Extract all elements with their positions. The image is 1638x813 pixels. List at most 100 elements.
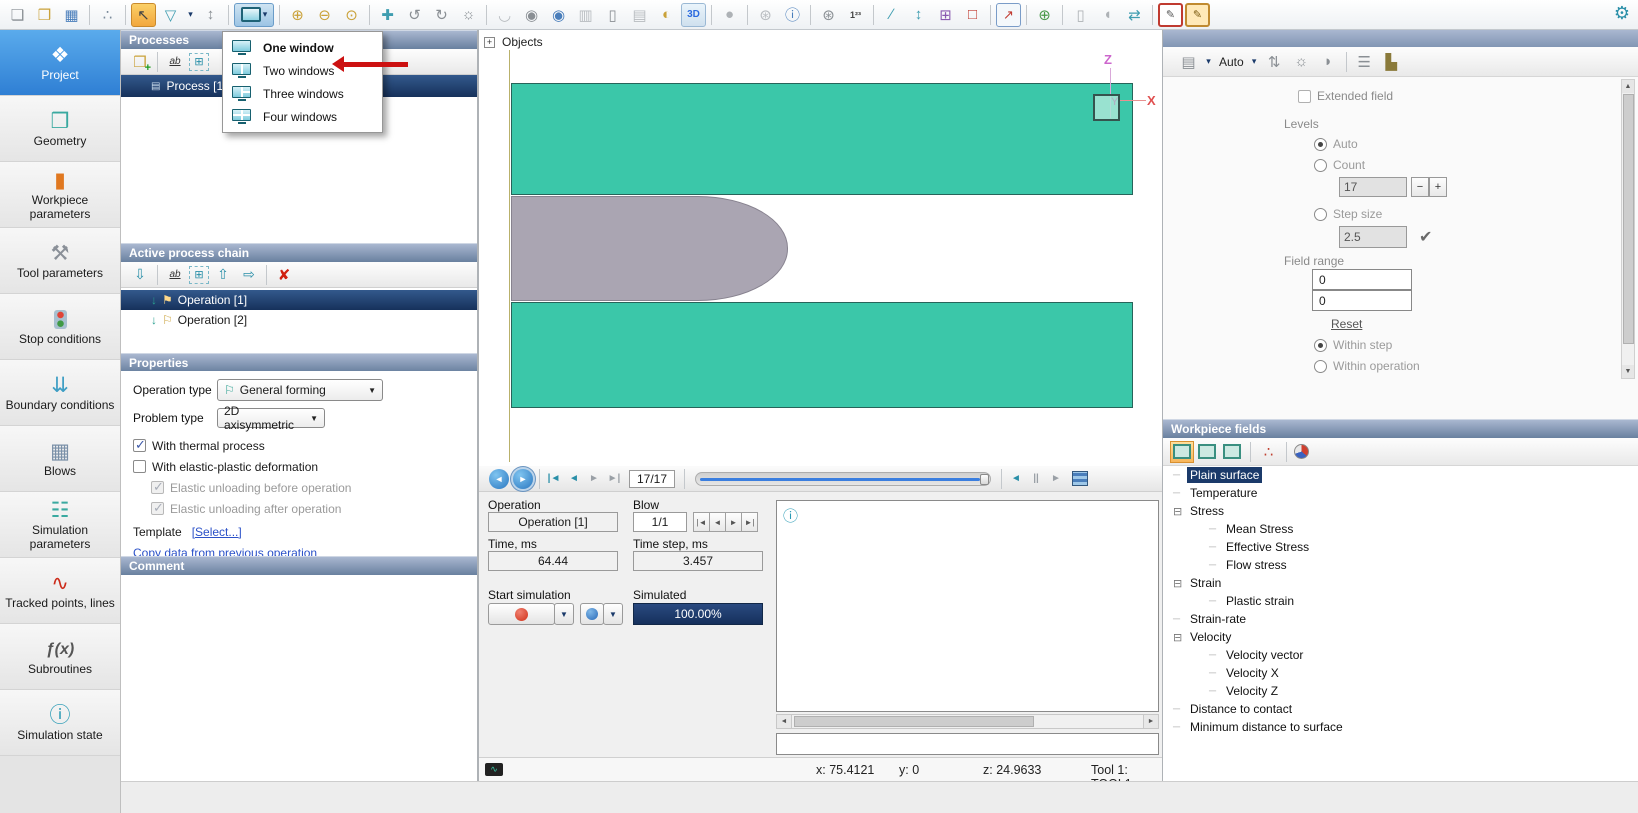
- copy-icon[interactable]: ⊞: [189, 53, 209, 71]
- blow-last-button[interactable]: ►|: [741, 512, 758, 532]
- show-eye-icon[interactable]: ◉: [519, 3, 544, 27]
- template-select-link[interactable]: [Select...]: [192, 525, 242, 539]
- scale-mode-dropdown[interactable]: Auto: [1216, 50, 1247, 74]
- tree-item-strain-rate[interactable]: Strain-rate: [1163, 610, 1638, 628]
- rotate-settings-icon[interactable]: ☼: [456, 3, 481, 27]
- pan-icon[interactable]: ✚: [375, 3, 400, 27]
- start-simulation-button[interactable]: [488, 603, 555, 625]
- sidebar-item-tracked-points-lines[interactable]: ∿ Tracked points, lines: [0, 558, 120, 624]
- solid-body-icon[interactable]: ▯: [600, 3, 625, 27]
- blow-value-box[interactable]: 1/1: [633, 512, 687, 532]
- tree-expander-icon[interactable]: ⊟: [1173, 631, 1187, 644]
- tree-item-stress[interactable]: ⊟ Stress: [1163, 502, 1638, 520]
- first-record-button[interactable]: |◄: [545, 470, 563, 488]
- tree-item-velocity-x[interactable]: Velocity X: [1163, 664, 1638, 682]
- last-record-button[interactable]: ►|: [605, 470, 623, 488]
- tree-expander-icon[interactable]: [1209, 649, 1223, 661]
- workpiece-shape[interactable]: [511, 196, 788, 301]
- delete-icon[interactable]: ✘: [272, 264, 296, 286]
- tree-item-minimum-distance-to-surface[interactable]: Minimum distance to surface: [1163, 718, 1638, 736]
- view-3d-icon[interactable]: 3D: [681, 3, 706, 27]
- scroll-left-icon[interactable]: ◄: [777, 715, 792, 728]
- sidebar-item-blows[interactable]: ▦ Blows: [0, 426, 120, 492]
- levels-list-icon[interactable]: ☰: [1352, 50, 1377, 74]
- levels-auto-radio[interactable]: [1314, 138, 1327, 151]
- zoom-extents-icon[interactable]: ⊙: [339, 3, 364, 27]
- prev-record-button[interactable]: ◄: [565, 470, 583, 488]
- lens-icon[interactable]: ◗: [1316, 50, 1341, 74]
- scroll-down-icon[interactable]: ▼: [1622, 365, 1634, 378]
- menu-item-four-windows[interactable]: Four windows: [223, 105, 382, 128]
- simulation-log-panel[interactable]: ⓘ: [776, 500, 1159, 712]
- field-in-section-icon[interactable]: [1196, 442, 1218, 462]
- sidebar-item-simulation-parameters[interactable]: ☷ Simulation parameters: [0, 492, 120, 558]
- log-input-box[interactable]: [776, 733, 1159, 755]
- tree-expander-icon[interactable]: [1209, 523, 1223, 535]
- move-next-icon[interactable]: ⇨: [237, 264, 261, 286]
- add-body-icon[interactable]: ⊕: [1032, 3, 1057, 27]
- zoom-in-icon[interactable]: ⊕: [285, 3, 310, 27]
- timeline-slider[interactable]: [695, 472, 991, 486]
- rotate-lock-icon[interactable]: ↻: [429, 3, 454, 27]
- field-mixed-icon[interactable]: [1221, 442, 1243, 462]
- within-step-radio[interactable]: [1314, 339, 1327, 352]
- field-chart-icon[interactable]: [1294, 444, 1309, 459]
- sidebar-item-project[interactable]: ❖ Project: [0, 30, 120, 96]
- blow-first-button[interactable]: |◄: [693, 512, 710, 532]
- add-process-icon[interactable]: ❒: [128, 51, 152, 73]
- section-box-icon[interactable]: □: [960, 3, 985, 27]
- levels-count-radio[interactable]: [1314, 159, 1327, 172]
- tree-item-plain-surface[interactable]: Plain surface: [1163, 466, 1638, 484]
- body-transform-icon[interactable]: ⇄: [1122, 3, 1147, 27]
- rename-icon[interactable]: ab: [163, 51, 187, 73]
- select-cursor-icon[interactable]: ↖: [131, 3, 156, 27]
- step-size-input[interactable]: 2.5: [1339, 226, 1407, 248]
- tree-expander-icon[interactable]: [1173, 469, 1187, 481]
- new-document-icon[interactable]: ❏: [5, 3, 30, 27]
- count-minus-button[interactable]: −: [1411, 177, 1429, 197]
- tracked-points-icon[interactable]: ∴: [1256, 440, 1281, 464]
- upper-tool-shape[interactable]: [511, 83, 1133, 195]
- grid-icon[interactable]: ⊞: [933, 3, 958, 27]
- rotate-view-icon[interactable]: ↺: [402, 3, 427, 27]
- move-up-icon[interactable]: ⇧: [211, 264, 235, 286]
- pause-button[interactable]: ||: [1027, 470, 1045, 488]
- lower-tool-shape[interactable]: [511, 302, 1133, 408]
- tree-expander-icon[interactable]: [1173, 703, 1187, 715]
- body-subtract-icon[interactable]: ◖: [1095, 3, 1120, 27]
- tree-expander-icon[interactable]: [1209, 685, 1223, 697]
- sidebar-item-simulation-state[interactable]: ⓘ Simulation state: [0, 690, 120, 756]
- tree-expander-icon[interactable]: [1209, 595, 1223, 607]
- tree-expander-icon[interactable]: ⊟: [1173, 505, 1187, 518]
- blow-next-button[interactable]: ►: [725, 512, 742, 532]
- tree-item-effective-stress[interactable]: Effective Stress: [1163, 538, 1638, 556]
- problem-type-dropdown[interactable]: 2D axisymmetric ▼: [217, 408, 325, 428]
- elastic-unloading-before-checkbox[interactable]: [151, 481, 164, 494]
- operation-row-2[interactable]: ↓ ⚐ Operation [2]: [121, 310, 477, 330]
- sidebar-item-stop-conditions[interactable]: Stop conditions: [0, 294, 120, 360]
- legend-dropdown-arrow[interactable]: ▾: [1203, 50, 1214, 74]
- reset-link[interactable]: Reset: [1331, 317, 1362, 331]
- tree-item-velocity[interactable]: ⊟ Velocity: [1163, 628, 1638, 646]
- tree-expander-icon[interactable]: ⊟: [1173, 577, 1187, 590]
- measure-height-icon[interactable]: ↕: [906, 3, 931, 27]
- menu-item-one-window[interactable]: One window: [223, 36, 382, 59]
- edit-sketch-icon[interactable]: ✎: [1158, 3, 1183, 27]
- window-layout-button[interactable]: [234, 3, 274, 27]
- sidebar-item-workpiece-parameters[interactable]: ▮ Workpiece parameters: [0, 162, 120, 228]
- blow-prev-button[interactable]: ◄: [709, 512, 726, 532]
- funnel-dropdown-arrow[interactable]: ▾: [185, 3, 196, 27]
- tree-expander-icon[interactable]: [1209, 541, 1223, 553]
- funnel-icon[interactable]: ▽: [158, 3, 183, 27]
- step-size-radio[interactable]: [1314, 208, 1327, 221]
- histogram-icon[interactable]: ▙: [1379, 50, 1404, 74]
- mesh-nodes-icon[interactable]: ⊛: [816, 3, 841, 27]
- operation-type-dropdown[interactable]: ⚐ General forming ▼: [217, 379, 383, 401]
- scroll-up-icon[interactable]: ▲: [1622, 80, 1634, 93]
- legend-icon[interactable]: ▤: [1176, 50, 1201, 74]
- mesh-info-icon[interactable]: ⓘ: [780, 3, 805, 27]
- body-union-icon[interactable]: ▯: [1068, 3, 1093, 27]
- tree-item-velocity-vector[interactable]: Velocity vector: [1163, 646, 1638, 664]
- scroll-right-icon[interactable]: ►: [1143, 715, 1158, 728]
- settings-gear-icon[interactable]: ⚙: [1614, 3, 1630, 24]
